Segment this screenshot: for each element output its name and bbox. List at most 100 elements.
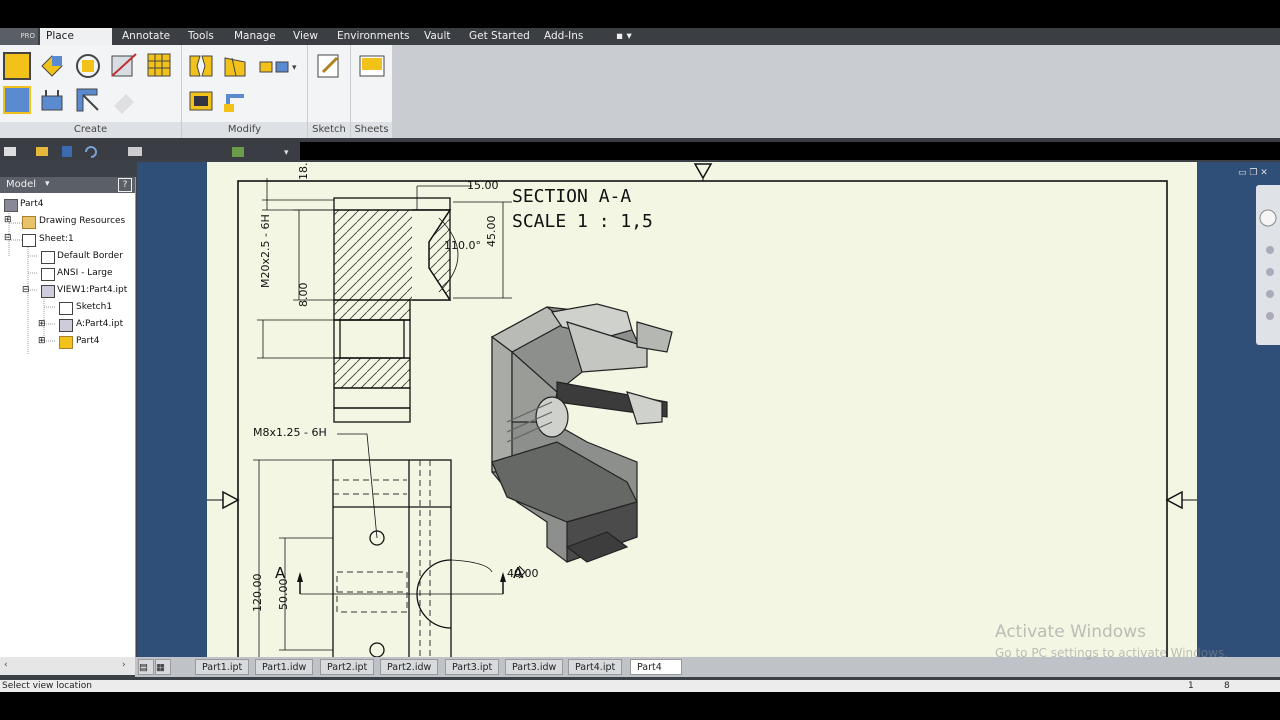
panel-create: Create <box>0 45 182 138</box>
tile-windows-icon[interactable]: ▤ <box>138 659 154 675</box>
panel-label-sheets: Sheets <box>351 122 392 138</box>
browser-dropdown-icon[interactable]: ▾ <box>45 179 50 189</box>
expand-icon[interactable]: ⊞ <box>4 215 12 225</box>
dim-angle: 110.0° <box>444 239 481 252</box>
section-scale: SCALE 1 : 1,5 <box>512 211 653 232</box>
ribbon: Create ▾ Modify Sketch Sheets <box>0 45 393 138</box>
doc-tab-part3-ipt[interactable]: Part3.ipt <box>445 659 500 675</box>
bottom-bar <box>0 692 1280 720</box>
slice-view-icon[interactable] <box>74 86 102 114</box>
break-out-icon[interactable] <box>222 52 250 80</box>
crop-icon[interactable] <box>187 86 215 114</box>
tree-item-sheet1[interactable]: Sheet:1 <box>39 234 74 244</box>
tab-view[interactable]: View <box>287 28 324 45</box>
dim-thread-main: M20x2.5 - 6H <box>259 214 272 288</box>
panel-label-create: Create <box>0 122 181 138</box>
new-icon <box>4 147 16 156</box>
tree-item-drawing-resources[interactable]: Drawing Resources <box>39 216 125 226</box>
panel-sketch: Sketch <box>308 45 351 138</box>
detail-view-icon[interactable] <box>146 52 174 80</box>
browser-help-button[interactable]: ? <box>118 178 132 192</box>
horizontal-icon[interactable] <box>222 86 250 114</box>
tree-item-part4[interactable]: Part4 <box>20 199 44 209</box>
cascade-windows-icon[interactable]: ▦ <box>155 659 171 675</box>
tab-place-views[interactable]: Place Views <box>40 28 112 59</box>
tab-annotate[interactable]: Annotate <box>116 28 176 45</box>
doc-tab-part2-idw[interactable]: Part2.idw <box>380 659 439 675</box>
nailboard-icon <box>110 86 138 114</box>
ribbon-options-icon[interactable]: ▪ ▾ <box>610 28 638 45</box>
model-browser: Model ▾ ? Part4 ⊞ Drawing Resources ⊟ Sh… <box>0 177 136 657</box>
projected-view-icon[interactable] <box>38 52 66 80</box>
doc-tab-part4-ipt[interactable]: Part4.ipt <box>568 659 623 675</box>
app-logo: PRO <box>20 32 35 40</box>
watermark-line2: Go to PC settings to activate Windows. <box>995 646 1229 660</box>
expand-icon[interactable]: ⊞ <box>38 336 46 346</box>
tree-item-view1[interactable]: VIEW1:Part4.ipt <box>57 285 127 295</box>
tab-environments[interactable]: Environments <box>331 28 416 45</box>
tab-tools[interactable]: Tools <box>182 28 220 45</box>
tree-item-ansi-large[interactable]: ANSI - Large <box>57 268 113 278</box>
tree-item-sketch1[interactable]: Sketch1 <box>76 302 112 312</box>
dim-right: 45.00 <box>485 215 498 248</box>
view-icon <box>41 285 55 298</box>
sketch-icon <box>59 302 73 315</box>
dim-height: 120.00 <box>251 573 264 613</box>
app-button[interactable]: PRO <box>0 28 38 45</box>
drawing-sheet[interactable]: SECTION A-A SCALE 1 : 1,5 15.00 110.0° 4… <box>207 162 1197 662</box>
top-bar <box>0 0 1280 28</box>
break-icon[interactable] <box>187 52 215 80</box>
slice-icon[interactable]: ▾ <box>258 52 300 80</box>
panel-label-sketch: Sketch <box>308 122 350 138</box>
front-view <box>332 459 452 662</box>
tree-item-a-part4[interactable]: A:Part4.ipt <box>76 319 123 329</box>
dim-top-small: 18. <box>297 162 310 181</box>
part-icon <box>59 336 73 349</box>
window-controls[interactable]: ▭ ❐ ✕ <box>1238 168 1268 178</box>
doc-tab-part1-idw[interactable]: Part1.idw <box>255 659 314 675</box>
part-drawing-icon <box>4 199 18 212</box>
tab-add-ins[interactable]: Add-Ins <box>538 28 589 45</box>
tree-item-part4-model[interactable]: Part4 <box>76 336 100 346</box>
status-num2: 8 <box>1224 681 1230 691</box>
menu-bar: PRO Place Views Annotate Tools Manage Vi… <box>0 28 1280 59</box>
return-icon <box>232 147 244 157</box>
overlay-view-icon[interactable] <box>3 86 31 114</box>
auxiliary-view-icon[interactable] <box>74 52 102 80</box>
open-icon <box>36 147 48 156</box>
expand-icon[interactable]: ⊞ <box>38 319 46 329</box>
browser-header: Model ▾ ? <box>0 177 135 193</box>
svg-text:▾: ▾ <box>292 63 297 73</box>
print-icon <box>128 147 142 156</box>
tab-get-started[interactable]: Get Started <box>463 28 536 45</box>
doc-tab-part4[interactable]: Part4 <box>630 659 682 675</box>
tree-item-default-border[interactable]: Default Border <box>57 251 123 261</box>
watermark-line1: Activate Windows <box>995 622 1146 642</box>
panel-label-modify: Modify <box>182 122 307 138</box>
doc-tab-part1-ipt[interactable]: Part1.ipt <box>195 659 250 675</box>
browser-scrollbar[interactable]: ‹ › <box>0 657 135 675</box>
navigation-bar[interactable] <box>1256 185 1280 345</box>
section-view-icon[interactable] <box>110 52 138 80</box>
tab-vault[interactable]: Vault <box>418 28 457 45</box>
collapse-icon[interactable]: ⊟ <box>22 285 30 295</box>
quick-access-toolbar: ▾ <box>0 142 300 160</box>
draft-view-icon[interactable] <box>38 86 66 114</box>
status-bar: Select view location 1 8 <box>0 680 1280 692</box>
doc-tab-part3-idw[interactable]: Part3.idw <box>505 659 564 675</box>
dim-half: 50.00 <box>277 578 290 611</box>
panel-sheets: Sheets <box>351 45 393 138</box>
doc-tab-part2-ipt[interactable]: Part2.ipt <box>320 659 375 675</box>
base-view-icon[interactable] <box>3 52 31 80</box>
folder-icon <box>22 216 36 229</box>
collapse-icon[interactable]: ⊟ <box>4 233 12 243</box>
save-icon <box>62 146 72 157</box>
isometric-view <box>490 303 673 563</box>
start-sketch-icon[interactable] <box>315 52 343 80</box>
browser-title[interactable]: Model <box>6 179 36 190</box>
new-sheet-icon[interactable] <box>358 52 386 80</box>
tab-manage[interactable]: Manage <box>228 28 282 45</box>
section-title: SECTION A-A <box>512 186 632 207</box>
dim-thread-small: M8x1.25 - 6H <box>253 426 327 439</box>
document-tabs: ▤ ▦ Part1.ipt Part1.idw Part2.ipt Part2.… <box>135 657 1280 677</box>
